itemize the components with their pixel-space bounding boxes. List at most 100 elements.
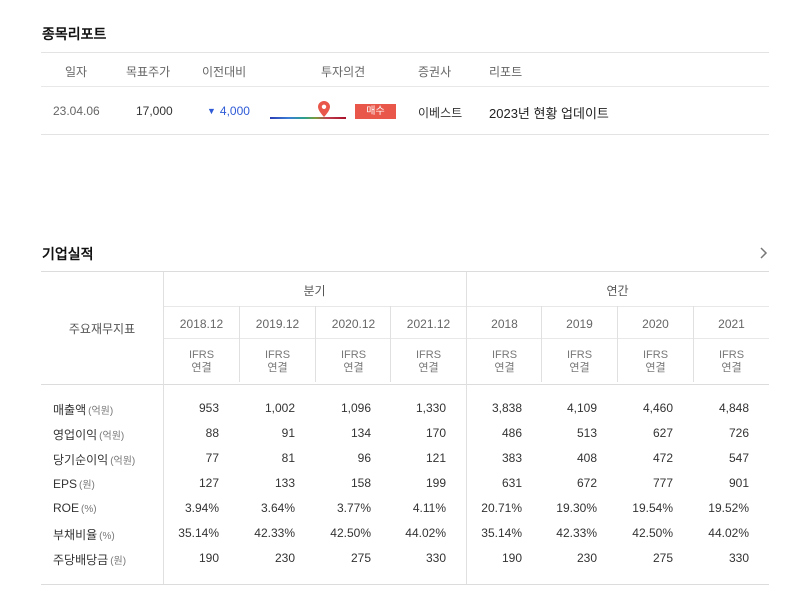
- performance-table: 주요재무지표 분기 연간 2018.12 IFRS 연결 2019.12 IFRS 연결 2…: [41, 271, 769, 585]
- metric-value: 44.02%: [405, 526, 446, 540]
- triangle-down-icon: ▼: [207, 106, 216, 116]
- metric-value: 3.94%: [184, 501, 219, 515]
- metric-value: 42.33%: [254, 526, 295, 540]
- metric-value: 486: [501, 426, 522, 440]
- metric-value: 170: [425, 426, 446, 440]
- metric-value: 330: [728, 551, 749, 565]
- ifrs-label: IFRS 연결: [718, 349, 745, 374]
- metric-value: 1,330: [415, 401, 446, 415]
- metric-value: 96: [357, 451, 371, 465]
- header-diff: 이전대비: [202, 65, 247, 79]
- metric-value: 190: [501, 551, 522, 565]
- metric-value: 35.14%: [481, 526, 522, 540]
- metric-value: 42.50%: [632, 526, 673, 540]
- metric-value: 20.71%: [481, 501, 522, 515]
- period-header: 2018.12: [179, 317, 224, 331]
- metric-value: 513: [576, 426, 597, 440]
- header-target-price: 목표주가: [126, 65, 171, 79]
- period-header: 2019.12: [255, 317, 300, 331]
- key-indicator-label: 주요재무지표: [68, 322, 136, 336]
- metric-name: ROE (%): [53, 501, 97, 515]
- metric-value: 77: [205, 451, 219, 465]
- metric-value: 81: [281, 451, 295, 465]
- metric-value: 631: [501, 476, 522, 490]
- opinion-badge: 매수: [355, 104, 396, 119]
- metric-value: 408: [576, 451, 597, 465]
- metric-value: 547: [728, 451, 749, 465]
- metric-value: 133: [274, 476, 295, 490]
- metric-value: 3,838: [491, 401, 522, 415]
- metric-value: 35.14%: [178, 526, 219, 540]
- ifrs-label: IFRS 연결: [340, 349, 367, 374]
- metric-value: 901: [728, 476, 749, 490]
- header-opinion: 투자의견: [321, 65, 366, 79]
- ifrs-label: IFRS 연결: [264, 349, 291, 374]
- metric-value: 275: [350, 551, 371, 565]
- metric-value: 91: [281, 426, 295, 440]
- ifrs-label: IFRS 연결: [491, 349, 518, 374]
- metric-value: 42.33%: [556, 526, 597, 540]
- report-diff: ▼ 4,000: [207, 104, 250, 118]
- metric-name: 부채비율 (%): [53, 528, 115, 542]
- report-date: 23.04.06: [53, 104, 100, 118]
- metric-value: 1,002: [264, 401, 295, 415]
- period-header: 2019: [566, 317, 593, 331]
- opinion-scale-bar: [270, 117, 346, 119]
- metric-value: 158: [350, 476, 371, 490]
- metric-value: 19.52%: [708, 501, 749, 515]
- report-target-price: 17,000: [136, 104, 173, 118]
- chevron-right-icon[interactable]: [758, 246, 768, 260]
- metric-value: 672: [576, 476, 597, 490]
- metric-value: 472: [652, 451, 673, 465]
- metric-name: 영업이익 (억원): [53, 428, 125, 442]
- metric-value: 627: [652, 426, 673, 440]
- ifrs-label: IFRS 연결: [566, 349, 593, 374]
- metric-value: 3.77%: [336, 501, 371, 515]
- metric-value: 4,460: [642, 401, 673, 415]
- metric-value: 134: [350, 426, 371, 440]
- ifrs-label: IFRS 연결: [642, 349, 669, 374]
- perf-section-title: 기업실적: [42, 246, 94, 262]
- metric-value: 19.30%: [556, 501, 597, 515]
- metric-value: 3.64%: [260, 501, 295, 515]
- metric-value: 44.02%: [708, 526, 749, 540]
- metric-value: 953: [198, 401, 219, 415]
- metric-value: 4,109: [566, 401, 597, 415]
- metric-value: 726: [728, 426, 749, 440]
- metric-value: 275: [652, 551, 673, 565]
- report-broker: 이베스트: [418, 106, 463, 120]
- report-title-link[interactable]: 2023년 현황 업데이트: [489, 103, 609, 122]
- header-report: 리포트: [489, 65, 523, 79]
- report-table: 일자 목표주가 이전대비 투자의견 증권사 리포트 23.04.06 17,00…: [41, 52, 769, 135]
- ifrs-label: IFRS 연결: [188, 349, 215, 374]
- metric-value: 190: [198, 551, 219, 565]
- report-section-title: 종목리포트: [42, 26, 107, 42]
- metric-value: 230: [576, 551, 597, 565]
- metric-value: 88: [205, 426, 219, 440]
- metric-value: 1,096: [340, 401, 371, 415]
- metric-value: 19.54%: [632, 501, 673, 515]
- metric-value: 127: [198, 476, 219, 490]
- metric-value: 42.50%: [330, 526, 371, 540]
- metric-name: 당기순이익 (억원): [53, 453, 136, 467]
- metric-value: 4,848: [718, 401, 749, 415]
- metric-value: 199: [425, 476, 446, 490]
- quarter-label: 분기: [303, 284, 326, 298]
- metric-name: EPS (원): [53, 477, 95, 491]
- period-header: 2021: [718, 317, 745, 331]
- divider: [41, 384, 769, 385]
- annual-label: 연간: [606, 284, 629, 298]
- period-header: 2020.12: [331, 317, 376, 331]
- report-row[interactable]: 23.04.06 17,000 ▼ 4,000 매수 이베스트 2023년 현황 …: [41, 87, 769, 135]
- metric-value: 330: [425, 551, 446, 565]
- ifrs-label: IFRS 연결: [415, 349, 442, 374]
- header-broker: 증권사: [418, 65, 452, 79]
- report-table-header: 일자 목표주가 이전대비 투자의견 증권사 리포트: [41, 52, 769, 87]
- metric-value: 121: [425, 451, 446, 465]
- metric-value: 383: [501, 451, 522, 465]
- metric-name: 주당배당금 (원): [53, 553, 127, 567]
- header-date: 일자: [65, 65, 88, 79]
- map-pin-icon: [318, 101, 330, 117]
- metric-value: 230: [274, 551, 295, 565]
- metric-value: 4.11%: [412, 501, 446, 515]
